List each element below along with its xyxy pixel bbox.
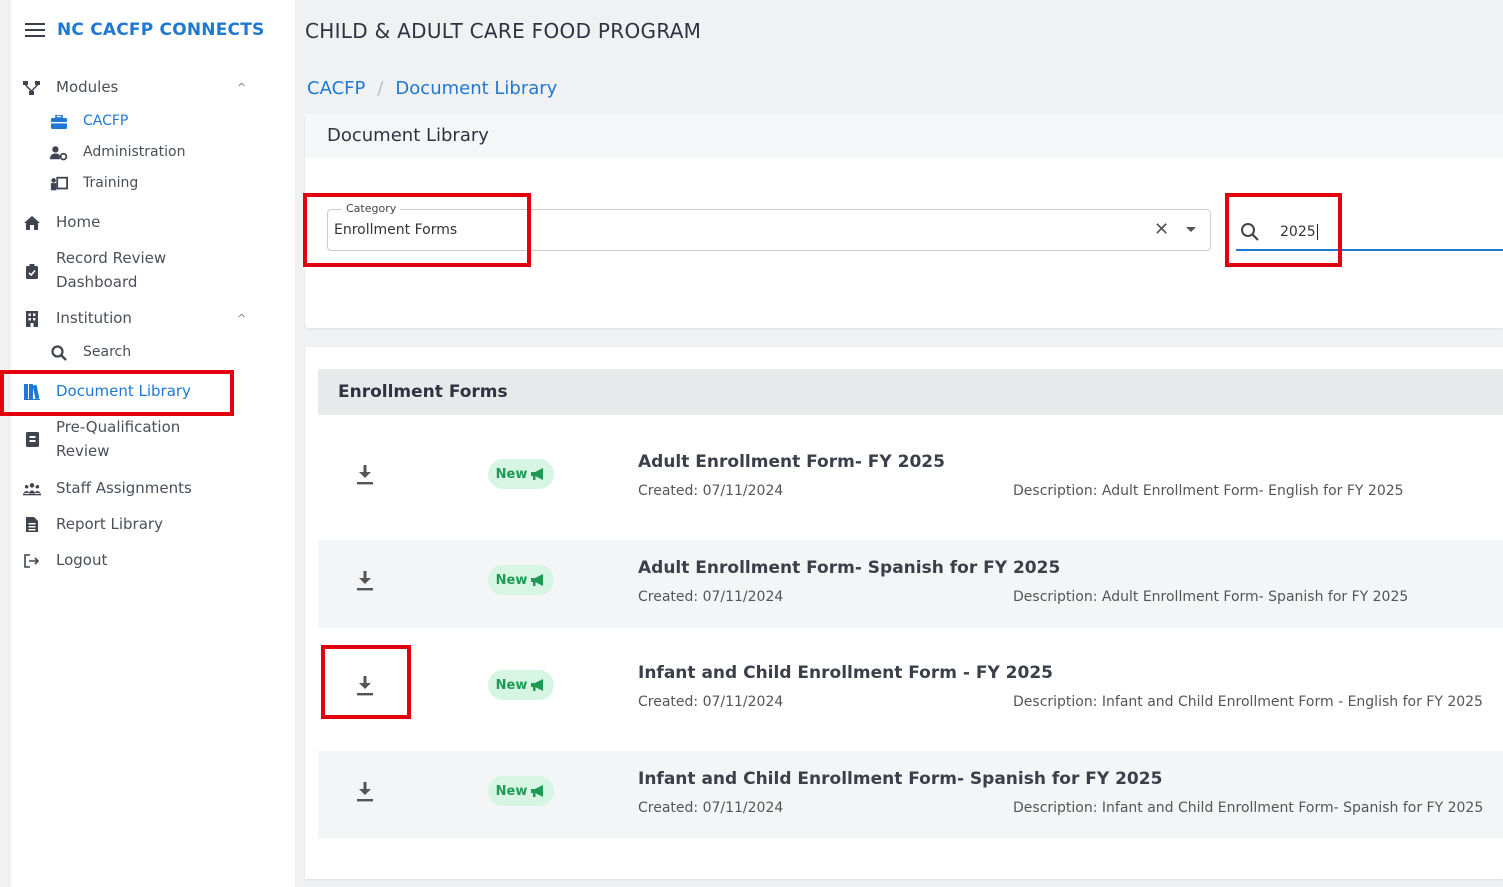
sidebar-item-label: Institution [56,309,132,327]
search-field[interactable]: 2025 [1236,213,1503,251]
document-description: Description: Adult Enrollment Form- Span… [1013,589,1409,605]
sidebar-item-label: Search [83,344,132,360]
search-icon [50,344,68,362]
sidebar-item-label: Training [83,175,139,191]
sidebar-item-label: Home [56,213,101,231]
badge-label: New [495,783,528,799]
sidebar-item-label: Logout [56,551,108,569]
chalkboard-teacher-icon [50,175,68,193]
filter-card-title: Document Library [327,125,489,146]
document-created: Created: 07/11/2024 [638,694,784,710]
download-icon[interactable] [356,571,374,591]
chevron-up-icon: ^ [237,312,247,325]
sidebar-item-institution-search[interactable]: Search [11,341,295,364]
chevron-up-icon: ^ [237,81,247,94]
sidebar-item-staff-assignments[interactable]: Staff Assignments [11,477,295,500]
clear-icon[interactable]: ✕ [1154,219,1169,240]
sidebar-item-home[interactable]: Home [11,211,295,234]
megaphone-icon [531,679,544,691]
sidebar-item-label: Record Review [56,249,167,267]
sidebar-item-institution[interactable]: Institution ^ [11,307,295,330]
sidebar-item-label: Administration [83,144,186,160]
clipboard-check-icon [23,262,41,280]
search-icon [1240,222,1260,246]
document-name[interactable]: Infant and Child Enrollment Form- Spanis… [638,769,1162,789]
building-icon [23,310,41,328]
document-row: New Adult Enrollment Form- FY 2025 Creat… [318,434,1503,522]
megaphone-icon [531,785,544,797]
sidebar-item-report-library[interactable]: Report Library [11,513,295,536]
section-header: Enrollment Forms [318,369,1503,415]
megaphone-icon [531,574,544,586]
document-name[interactable]: Adult Enrollment Form- Spanish for FY 20… [638,558,1060,578]
sidebar-item-label: Modules [56,78,119,96]
sidebar-item-label: Report Library [56,515,163,533]
sidebar-item-document-library[interactable]: Document Library [11,380,295,403]
badge-label: New [495,677,528,693]
sidebar-item-label: Staff Assignments [56,479,192,497]
sidebar-item-label: Document Library [56,382,191,400]
document-row: New Infant and Child Enrollment Form - F… [318,645,1503,733]
status-badge: New [488,776,554,806]
address-book-icon [23,430,41,448]
sidebar-item-label: Pre-Qualification [56,418,181,436]
sidebar-item-modules[interactable]: Modules ^ [11,76,295,99]
sidebar-item-administration[interactable]: Administration [11,141,295,164]
breadcrumb-separator: / [377,78,384,99]
document-row: New Adult Enrollment Form- Spanish for F… [318,540,1503,628]
status-badge: New [488,565,554,595]
download-icon[interactable] [356,465,374,485]
sidebar-item-label: CACFP [83,113,129,129]
sidebar-item-pre-qualification-review[interactable]: Pre-Qualification Review [11,416,295,464]
dropdown-arrow-icon[interactable] [1186,227,1196,232]
breadcrumb-current: Document Library [395,78,558,99]
home-icon [23,214,41,232]
page-header-title: CHILD & ADULT CARE FOOD PROGRAM [305,19,702,43]
sidebar-item-label: Review [56,442,110,460]
badge-label: New [495,572,528,588]
category-select[interactable]: Category Enrollment Forms ✕ [327,202,1211,251]
badge-label: New [495,466,528,482]
section-title: Enrollment Forms [338,382,508,402]
sidebar-item-label: Dashboard [56,273,138,291]
status-badge: New [488,670,554,700]
search-input[interactable]: 2025 [1280,224,1318,240]
document-name[interactable]: Adult Enrollment Form- FY 2025 [638,452,945,472]
document-created: Created: 07/11/2024 [638,483,784,499]
brand: NC CACFP CONNECTS [25,20,264,40]
document-created: Created: 07/11/2024 [638,800,784,816]
book-library-icon [23,383,41,401]
document-row: New Infant and Child Enrollment Form- Sp… [318,751,1503,839]
breadcrumb: CACFP / Document Library [307,78,557,99]
breadcrumb-link-cacfp[interactable]: CACFP [307,78,365,99]
sidebar: NC CACFP CONNECTS Modules ^ CACFP Admini… [11,0,295,887]
briefcase-icon [50,113,68,131]
download-icon[interactable] [356,782,374,802]
filter-card-header: Document Library [305,114,1503,158]
app-title[interactable]: NC CACFP CONNECTS [57,20,264,40]
sitemap-icon [23,79,41,97]
hamburger-menu-icon[interactable] [25,23,45,37]
sidebar-item-record-review-dashboard[interactable]: Record Review Dashboard [11,247,295,295]
sidebar-item-logout[interactable]: Logout [11,549,295,572]
document-description: Description: Adult Enrollment Form- Engl… [1013,483,1404,499]
megaphone-icon [531,468,544,480]
category-label: Category [342,202,401,215]
sidebar-item-cacfp[interactable]: CACFP [11,110,295,133]
status-badge: New [488,459,554,489]
document-created: Created: 07/11/2024 [638,589,784,605]
users-cog-icon [50,144,68,162]
people-group-icon [23,480,41,498]
document-description: Description: Infant and Child Enrollment… [1013,800,1484,816]
category-value: Enrollment Forms [334,222,458,238]
download-icon[interactable] [356,676,374,696]
sidebar-item-training[interactable]: Training [11,172,295,195]
document-description: Description: Infant and Child Enrollment… [1013,694,1483,710]
file-report-icon [23,516,41,534]
document-name[interactable]: Infant and Child Enrollment Form - FY 20… [638,663,1053,683]
sign-out-icon [23,552,41,570]
